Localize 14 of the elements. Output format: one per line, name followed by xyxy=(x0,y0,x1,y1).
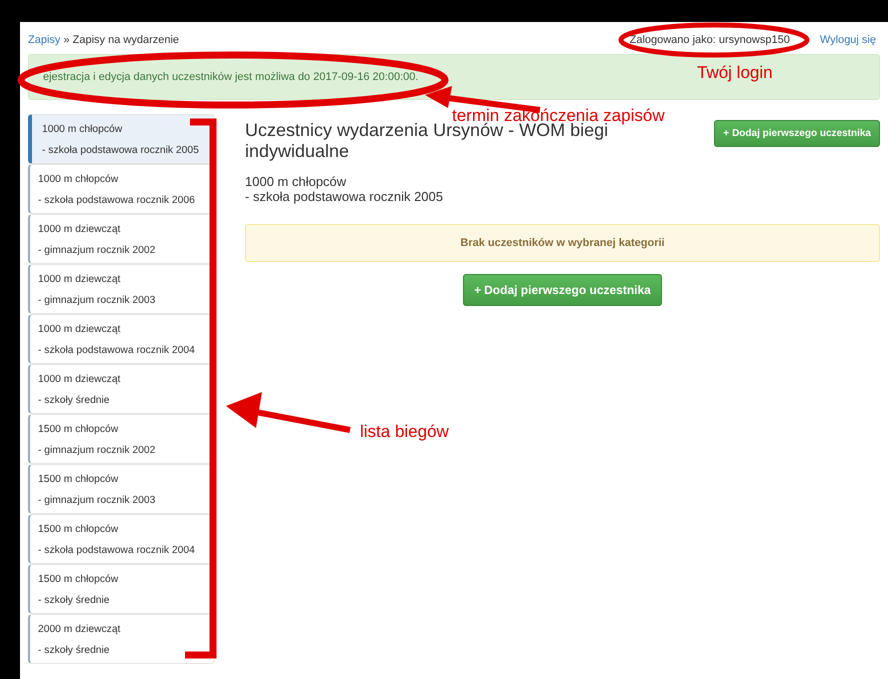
annotation-text: Twój login xyxy=(697,64,773,81)
race-list-item[interactable]: 1000 m chłopców - szkoła podstawowa rocznik 2005 xyxy=(28,114,215,164)
logout-link[interactable]: Wyloguj się xyxy=(820,34,876,46)
breadcrumb-separator: » xyxy=(63,34,70,46)
subtitle-text: - szkoła podstawowa rocznik 2005 xyxy=(245,189,444,204)
alert-text: ejestracja i edycja danych uczestników jest możliwa do 2017-09-16 20:00:00. xyxy=(43,70,418,85)
empty-notice: Brak uczestników w wybranej kategorii xyxy=(245,224,880,262)
race-list-item[interactable]: 2000 m dziewcząt - szkoły średnie xyxy=(28,614,215,664)
breadcrumb-current: Zapisy na wydarzenie xyxy=(72,34,180,46)
breadcrumb-link[interactable]: Zapisy xyxy=(28,34,60,46)
annotation-text: lista biegów xyxy=(360,423,449,440)
logged-in-label: Zalogowano jako: xyxy=(630,34,716,46)
username-text: ursynowsp150 xyxy=(718,34,790,46)
subtitle-text: 1000 m chłopców xyxy=(245,174,348,189)
